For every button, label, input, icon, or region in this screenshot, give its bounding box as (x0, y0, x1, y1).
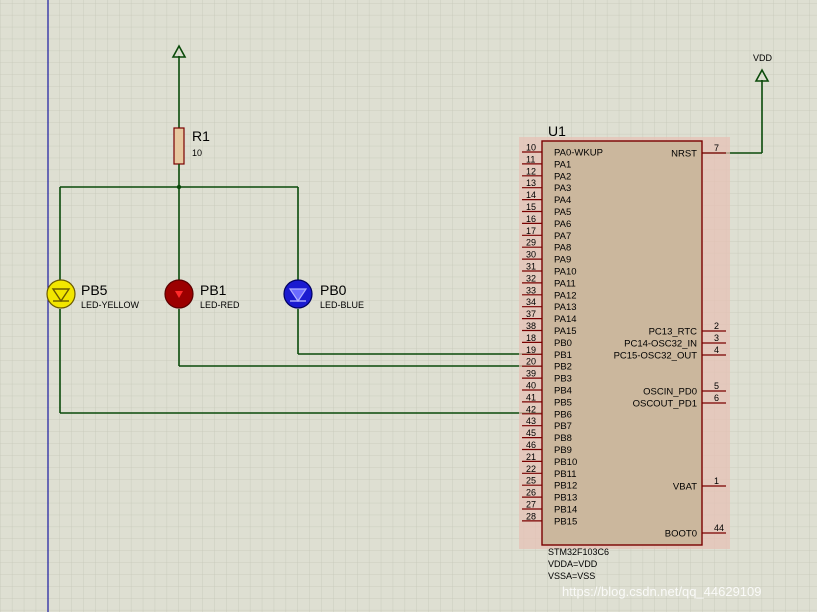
pin-number: 7 (714, 143, 719, 153)
pin-number: 22 (526, 464, 536, 474)
watermark: https://blog.csdn.net/qq_44629109 (562, 584, 762, 599)
pin-number: 15 (526, 202, 536, 212)
pin-label: PA5 (554, 207, 571, 218)
pin-number: 45 (526, 428, 536, 438)
pin-label: PB2 (554, 362, 572, 373)
pin-number: 17 (526, 226, 536, 236)
pin-number: 1 (714, 476, 719, 486)
vdd-label: VDD (753, 53, 773, 63)
pin-number: 16 (526, 214, 536, 224)
pin-label: PA3 (554, 183, 571, 194)
pin-label: VBAT (673, 482, 697, 493)
pin-number: 28 (526, 511, 536, 521)
pin-number: 20 (526, 357, 536, 367)
resistor-ref: R1 (192, 128, 210, 144)
pin-number: 6 (714, 393, 719, 403)
pin-label: PA9 (554, 255, 571, 266)
pin-number: 34 (526, 297, 536, 307)
pin-label: PA7 (554, 231, 571, 242)
pin-number: 26 (526, 488, 536, 498)
resistor-value: 10 (192, 148, 202, 158)
pin-number: 18 (526, 333, 536, 343)
pin-number: 4 (714, 345, 719, 355)
led-yellow-body (46, 279, 76, 309)
pin-number: 41 (526, 392, 536, 402)
pin-number: 38 (526, 321, 536, 331)
led-yellow-ref: PB5 (81, 282, 108, 298)
pin-label: PA4 (554, 195, 571, 206)
pin-label: PB5 (554, 397, 572, 408)
pin-number: 40 (526, 381, 536, 391)
pin-label: PB7 (554, 421, 572, 432)
pin-label: PC14-OSC32_IN (624, 339, 697, 350)
pin-number: 3 (714, 333, 719, 343)
pin-label: PB15 (554, 516, 577, 527)
pin-number: 21 (526, 452, 536, 462)
pin-number: 27 (526, 500, 536, 510)
pin-label: PA15 (554, 326, 577, 337)
pin-number: 2 (714, 321, 719, 331)
pin-label: PA14 (554, 314, 577, 325)
pin-label: PA8 (554, 243, 571, 254)
led-blue-type: LED-BLUE (320, 300, 364, 310)
led-blue-ref: PB0 (320, 282, 347, 298)
schematic-canvas[interactable]: R1 10 VDD PB5 LED-YELLOW PB1 LED-RED PB0… (0, 0, 817, 612)
pin-label: OSCIN_PD0 (643, 387, 697, 398)
pin-label: PB0 (554, 338, 572, 349)
ic-part-number: STM32F103C6 (548, 547, 609, 557)
pin-number: 30 (526, 250, 536, 260)
pin-number: 43 (526, 416, 536, 426)
pin-label: PB6 (554, 409, 572, 420)
ic-u1[interactable]: U1 10 PA0-WKUP11 PA112 PA213 PA314 PA415 PA516… (519, 123, 730, 581)
pin-label: PA2 (554, 171, 571, 182)
pin-label: PC13_RTC (649, 327, 698, 338)
pin-number: 13 (526, 178, 536, 188)
led-yellow-type: LED-YELLOW (81, 300, 140, 310)
pin-number: 11 (526, 154, 535, 164)
pin-label: PB4 (554, 386, 572, 397)
pin-number: 29 (526, 238, 536, 248)
pin-label: BOOT0 (665, 529, 697, 540)
pin-label: NRST (671, 149, 697, 160)
pin-label: PB13 (554, 493, 577, 504)
led-red-ref: PB1 (200, 282, 227, 298)
ic-note-vssa: VSSA=VSS (548, 571, 595, 581)
pin-label: PA11 (554, 278, 576, 289)
ic-note-vdda: VDDA=VDD (548, 559, 598, 569)
pin-number: 44 (714, 523, 724, 533)
pin-label: PA10 (554, 267, 577, 278)
pin-label: PA13 (554, 302, 577, 313)
led-red-type: LED-RED (200, 300, 240, 310)
pin-number: 19 (526, 345, 536, 355)
pin-label: PA6 (554, 219, 571, 230)
pin-number: 5 (714, 381, 719, 391)
pin-label: PB10 (554, 457, 577, 468)
pin-label: PA0-WKUP (554, 148, 603, 159)
pin-label: PB9 (554, 445, 572, 456)
pin-label: PB12 (554, 481, 577, 492)
pin-label: PB8 (554, 433, 572, 444)
pin-number: 31 (526, 262, 536, 272)
pin-number: 14 (526, 190, 536, 200)
pin-label: PB3 (554, 374, 572, 385)
pin-number: 32 (526, 273, 536, 283)
pin-label: PB1 (554, 350, 572, 361)
ic-ref: U1 (548, 123, 566, 139)
pin-number: 39 (526, 369, 536, 379)
pin-number: 25 (526, 476, 536, 486)
pin-label: PC15-OSC32_OUT (614, 351, 698, 362)
pin-number: 46 (526, 440, 536, 450)
pin-label: OSCOUT_PD1 (633, 399, 697, 410)
pin-number: 37 (526, 309, 536, 319)
pin-number: 42 (526, 404, 536, 414)
pin-number: 10 (526, 143, 536, 153)
pin-label: PA12 (554, 290, 577, 301)
pin-number: 33 (526, 285, 536, 295)
pin-label: PB14 (554, 505, 577, 516)
pin-number: 12 (526, 166, 536, 176)
pin-label: PB11 (554, 469, 577, 480)
pin-label: PA1 (554, 159, 571, 170)
